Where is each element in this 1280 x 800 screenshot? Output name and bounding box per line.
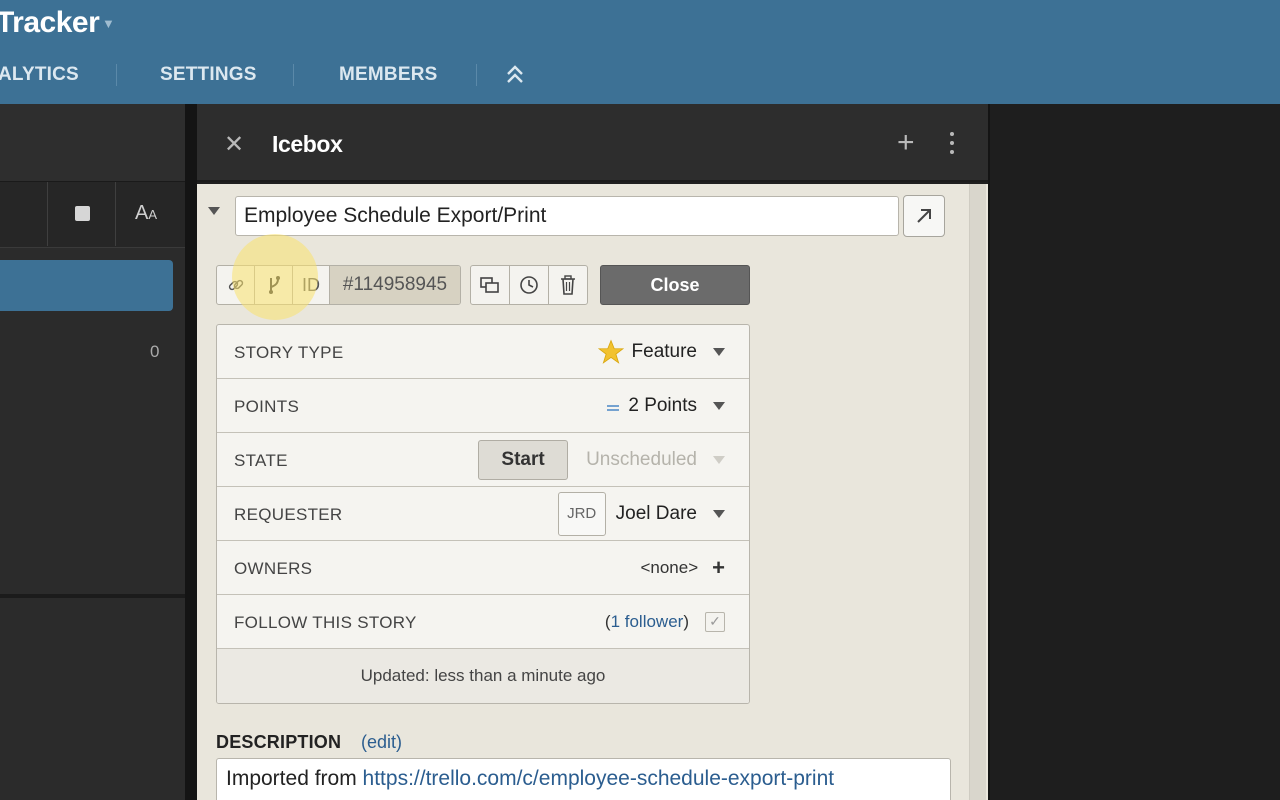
follow-controls: (1 follower) ✓ <box>605 595 725 648</box>
story-type-row[interactable]: STORY TYPE Feature <box>217 325 749 379</box>
row-label: FOLLOW THIS STORY <box>234 613 417 632</box>
requester-select[interactable]: JRD Joel Dare <box>557 487 725 540</box>
state-controls: Start Unscheduled <box>478 433 725 486</box>
app-title[interactable]: Tracker <box>0 6 100 40</box>
nav-members[interactable]: MEMBERS <box>339 64 438 86</box>
history-button[interactable] <box>510 266 549 304</box>
story-actions-toolbar <box>470 265 588 305</box>
row-label: STATE <box>234 451 288 470</box>
trello-link[interactable]: https://trello.com/c/employee-schedule-e… <box>363 767 835 790</box>
story-type-select[interactable]: Feature <box>597 325 725 378</box>
nav-divider <box>476 64 477 86</box>
clone-icon <box>480 277 499 293</box>
left-panel-divider <box>0 594 185 598</box>
updated-row: Updated: less than a minute ago <box>217 649 749 703</box>
row-label: POINTS <box>234 397 300 416</box>
state-row: STATE Start Unscheduled <box>217 433 749 487</box>
start-story-button[interactable]: Start <box>478 439 569 480</box>
row-label: STORY TYPE <box>234 343 344 362</box>
owners-value: <none> <box>640 557 699 577</box>
scrollbar[interactable] <box>969 184 986 800</box>
toolbar-divider <box>47 182 48 246</box>
row-label: OWNERS <box>234 559 313 578</box>
cursor-highlight <box>232 234 318 320</box>
arrow-up-right-icon <box>917 209 931 223</box>
story-id-value[interactable]: #114958945 <box>330 266 460 304</box>
trash-icon <box>561 275 575 295</box>
star-icon <box>597 338 624 364</box>
followers-count[interactable]: 1 follower <box>611 612 684 631</box>
nav-analytics[interactable]: ALYTICS <box>0 64 79 86</box>
follow-row: FOLLOW THIS STORY (1 follower) ✓ <box>217 595 749 649</box>
story-title-input[interactable] <box>235 196 899 236</box>
follow-checkbox[interactable]: ✓ <box>705 611 725 632</box>
description-box[interactable]: Imported from https://trello.com/c/emplo… <box>216 758 951 800</box>
nav-divider <box>116 64 117 86</box>
close-story-button[interactable]: Close <box>600 265 750 305</box>
font-size-icon[interactable]: AA <box>135 202 157 225</box>
more-options-icon[interactable] <box>949 132 955 158</box>
right-empty-area <box>988 104 1280 800</box>
panel-gutter[interactable] <box>185 104 197 800</box>
chevron-down-icon <box>713 347 725 356</box>
owners-row: OWNERS <none> + <box>217 541 749 595</box>
collapse-story-icon[interactable] <box>208 207 220 215</box>
edit-description-link[interactable]: (edit) <box>361 732 402 753</box>
chevron-down-icon <box>713 455 725 464</box>
description-label: DESCRIPTION <box>216 732 342 752</box>
avatar: JRD <box>557 491 606 536</box>
updated-timestamp: Updated: less than a minute ago <box>360 666 606 685</box>
nav-divider <box>293 64 294 86</box>
left-panel-header <box>0 104 185 182</box>
nav-settings[interactable]: SETTINGS <box>160 64 257 86</box>
maximize-story-button[interactable] <box>903 195 945 237</box>
state-value[interactable]: Unscheduled <box>586 449 697 471</box>
left-sidebar-panel: AA 0 <box>0 104 185 800</box>
requester-value: Joel Dare <box>615 502 697 524</box>
panel-title: Icebox <box>272 131 343 157</box>
row-label: REQUESTER <box>234 505 343 524</box>
story-detail-panel: ID #114958945 Close <box>197 184 988 800</box>
clock-icon <box>520 276 538 294</box>
clone-story-button[interactable] <box>471 266 510 304</box>
points-select[interactable]: 2 Points <box>606 379 725 432</box>
chevron-down-icon <box>713 509 725 518</box>
delete-story-button[interactable] <box>549 266 587 304</box>
add-story-icon[interactable]: + <box>897 126 915 160</box>
left-item-count: 0 <box>150 342 160 361</box>
select-square-icon[interactable] <box>75 206 90 221</box>
description-text: Imported from https://trello.com/c/emplo… <box>226 767 834 791</box>
description-prefix: Imported from <box>226 767 363 790</box>
collapse-header-icon[interactable] <box>504 62 526 88</box>
close-panel-icon[interactable]: ✕ <box>224 130 244 159</box>
project-switcher-caret-icon[interactable]: ▼ <box>102 16 115 31</box>
top-navigation-bar: Tracker ▼ ALYTICS SETTINGS MEMBERS <box>0 0 1280 104</box>
points-estimate-icon <box>607 404 620 411</box>
story-info-table: STORY TYPE Feature POINTS 2 Points STATE… <box>216 324 750 704</box>
points-row[interactable]: POINTS 2 Points <box>217 379 749 433</box>
followers-link[interactable]: (1 follower) <box>605 612 689 632</box>
left-selected-item[interactable] <box>0 260 173 311</box>
add-owner-icon[interactable]: + <box>712 555 725 581</box>
points-value: 2 Points <box>628 394 697 416</box>
owners-controls: <none> + <box>640 541 725 594</box>
chevron-down-icon <box>713 401 725 410</box>
story-type-value: Feature <box>631 340 697 362</box>
paren-close: ) <box>683 611 689 631</box>
requester-row[interactable]: REQUESTER JRD Joel Dare <box>217 487 749 541</box>
toolbar-divider <box>115 182 116 246</box>
icebox-panel-header: ✕ Icebox + <box>197 104 988 182</box>
left-panel-toolbar: AA <box>0 182 185 248</box>
